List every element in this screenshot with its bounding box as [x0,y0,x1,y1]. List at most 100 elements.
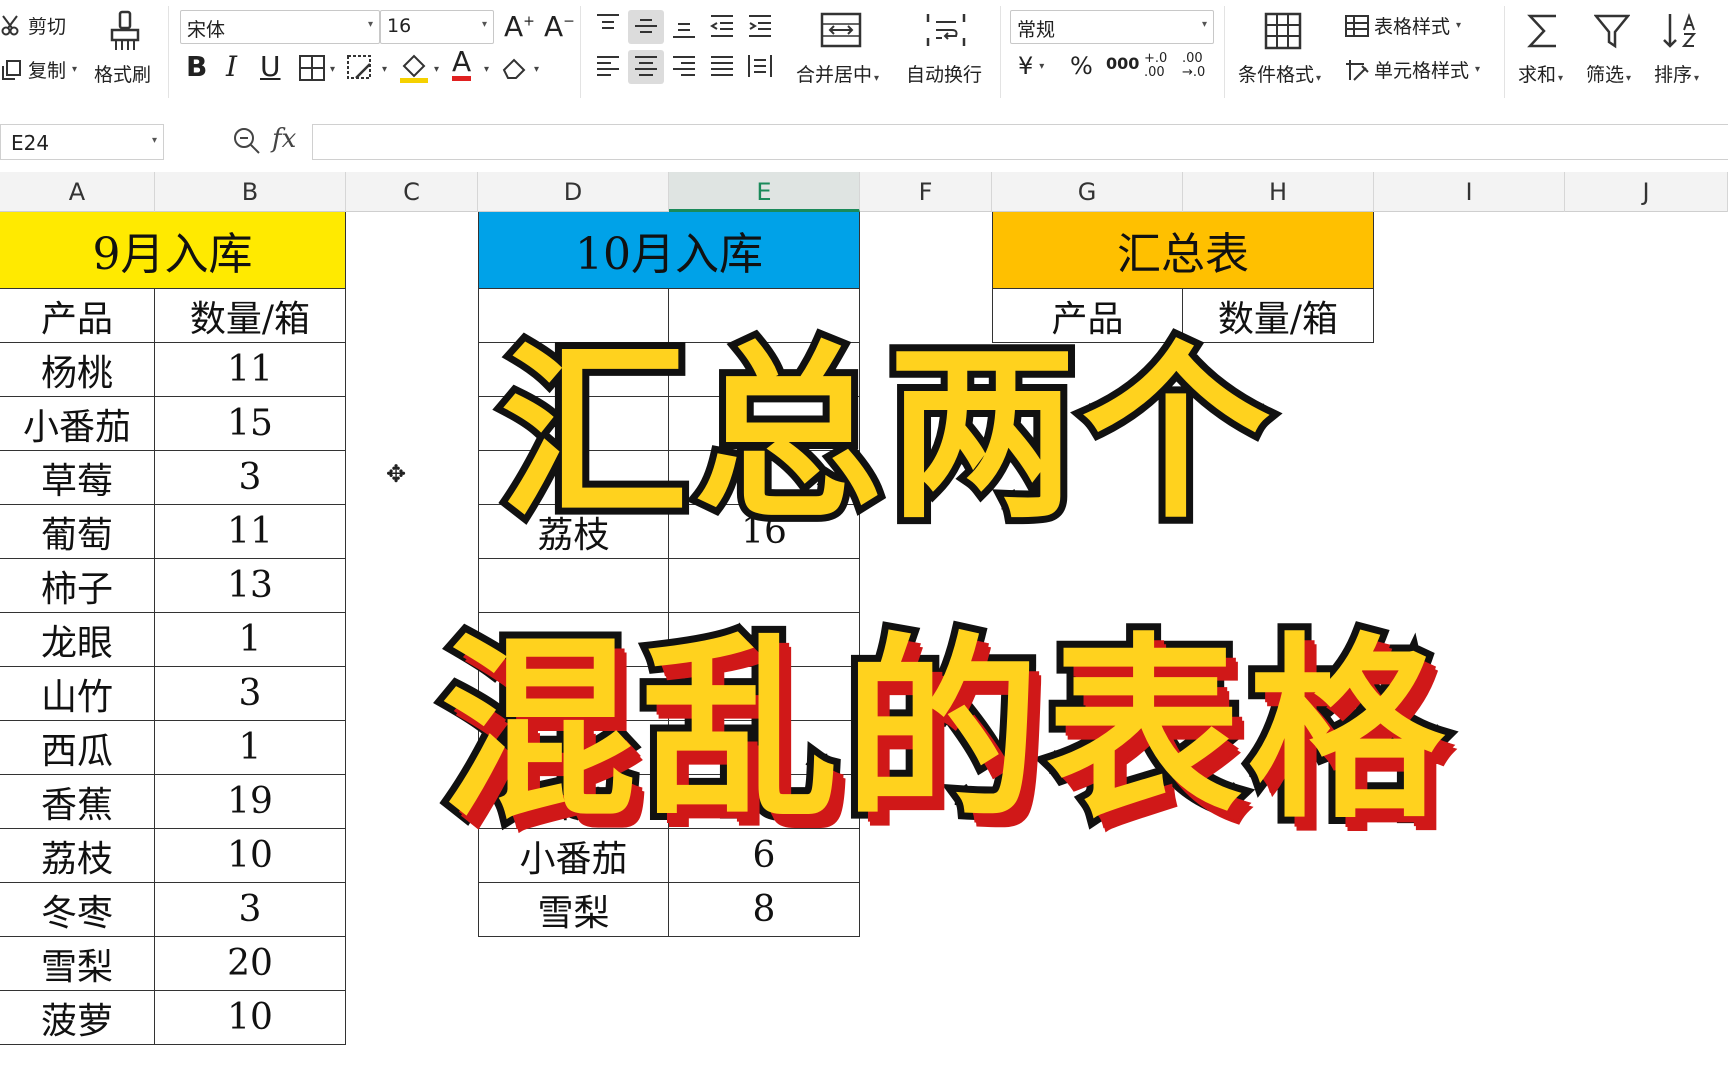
format-painter-icon[interactable] [108,10,142,52]
column-header-j[interactable]: J [1565,172,1728,212]
product-cell[interactable]: 荔枝 [0,829,155,883]
column-header-i[interactable]: I [1374,172,1565,212]
distributed-align-icon[interactable] [746,52,774,80]
clear-style-icon[interactable] [346,54,376,82]
column-header-a[interactable]: A [0,172,155,212]
justify-icon[interactable] [708,52,736,80]
number-format-select[interactable]: 常规 ▾ [1010,10,1214,44]
table-title-cell[interactable]: 10月入库 [478,212,860,289]
cell-style-label: 单元格样式 [1374,60,1470,82]
thousands-button[interactable]: 000 [1106,54,1139,73]
increase-font-button[interactable]: A+ [504,10,535,43]
cell-style-button[interactable]: 单元格样式 ▾ [1344,56,1480,83]
quantity-cell[interactable]: 1 [155,613,346,667]
product-cell[interactable]: 杨桃 [0,343,155,397]
wrap-text-button[interactable]: 自动换行 [906,60,982,87]
chevron-down-icon[interactable]: ▾ [434,64,439,75]
filter-button[interactable]: 筛选 ▾ [1586,60,1631,87]
chevron-down-icon[interactable]: ▾ [382,64,387,75]
quantity-cell[interactable]: 8 [669,883,860,937]
chevron-down-icon[interactable]: ▾ [72,64,77,75]
italic-button[interactable]: I [226,50,237,83]
quantity-cell[interactable]: 10 [155,991,346,1045]
quantity-cell[interactable]: 3 [155,667,346,721]
chevron-down-icon: ▾ [1316,73,1322,84]
sort-button[interactable]: 排序 ▾ [1654,60,1699,87]
chevron-down-icon: ▾ [1456,20,1462,31]
column-header-h[interactable]: H [1183,172,1374,212]
decrease-decimal-button[interactable]: .00 →.0 [1182,52,1212,80]
column-header-d[interactable]: D [478,172,669,212]
product-cell[interactable]: 冬枣 [0,883,155,937]
column-label-cell[interactable]: 数量/箱 [155,289,346,343]
increase-indent-icon[interactable] [746,12,774,40]
table-style-button[interactable]: 表格样式 ▾ [1344,12,1461,39]
name-box[interactable]: E24 ▾ [0,124,164,160]
align-bottom-icon[interactable] [670,12,698,40]
percent-button[interactable]: % [1070,52,1093,80]
cut-button[interactable]: 剪切 [0,12,66,39]
align-left-icon[interactable] [594,52,622,80]
increase-decimal-button[interactable]: +.0 .00 [1144,52,1174,80]
align-center-icon[interactable] [632,52,660,80]
font-color-button[interactable]: A [452,48,472,81]
product-cell[interactable]: 龙眼 [0,613,155,667]
decrease-font-button[interactable]: A− [544,10,575,43]
align-right-icon[interactable] [670,52,698,80]
column-header-f[interactable]: F [860,172,992,212]
chevron-down-icon[interactable]: ▾ [330,64,335,75]
chevron-down-icon[interactable]: ▾ [484,64,489,75]
currency-button[interactable]: ¥ ▾ [1018,52,1044,80]
chevron-down-icon: ▾ [481,19,487,30]
sum-button[interactable]: 求和 ▾ [1518,60,1563,87]
table-title-cell[interactable]: 汇总表 [992,212,1374,289]
quantity-cell[interactable]: 1 [155,721,346,775]
quantity-cell[interactable]: 3 [155,451,346,505]
border-icon[interactable] [298,54,326,82]
font-size-select[interactable]: 16 ▾ [380,10,494,44]
table-title-cell[interactable]: 9月入库 [0,212,346,289]
product-cell[interactable]: 草莓 [0,451,155,505]
zoom-icon[interactable] [232,126,262,156]
column-header-e[interactable]: E [669,172,860,212]
product-cell[interactable]: 菠萝 [0,991,155,1045]
product-cell[interactable]: 西瓜 [0,721,155,775]
fill-color-icon[interactable] [398,52,430,84]
formula-input[interactable] [312,124,1728,160]
quantity-cell[interactable]: 15 [155,397,346,451]
product-cell[interactable]: 山竹 [0,667,155,721]
decrease-indent-icon[interactable] [708,12,736,40]
align-middle-icon[interactable] [632,12,660,40]
fx-button[interactable]: fx [272,124,296,154]
column-header-c[interactable]: C [346,172,478,212]
bold-button[interactable]: B [186,50,207,83]
column-label-cell[interactable]: 产品 [0,289,155,343]
align-top-icon[interactable] [594,12,622,40]
product-cell[interactable]: 雪梨 [478,883,669,937]
conditional-format-button[interactable]: 条件格式 ▾ [1238,60,1321,87]
copy-icon [0,58,24,82]
underline-button[interactable]: U [260,50,281,83]
product-cell[interactable]: 雪梨 [0,937,155,991]
product-cell[interactable]: 柿子 [0,559,155,613]
column-header-b[interactable]: B [155,172,346,212]
product-cell[interactable]: 香蕉 [0,775,155,829]
quantity-cell[interactable]: 11 [155,505,346,559]
eraser-icon[interactable] [500,54,528,82]
merge-center-button[interactable]: 合并居中 ▾ [796,60,879,87]
format-painter-button[interactable]: 格式刷 [94,60,151,87]
product-cell[interactable]: 小番茄 [0,397,155,451]
column-header-g[interactable]: G [992,172,1183,212]
font-name-select[interactable]: 宋体 ▾ [180,10,380,44]
product-cell[interactable]: 葡萄 [0,505,155,559]
chevron-down-icon[interactable]: ▾ [152,135,157,146]
quantity-cell[interactable]: 13 [155,559,346,613]
chevron-down-icon: ▾ [874,73,880,84]
quantity-cell[interactable]: 20 [155,937,346,991]
chevron-down-icon[interactable]: ▾ [534,64,539,75]
quantity-cell[interactable]: 3 [155,883,346,937]
quantity-cell[interactable]: 11 [155,343,346,397]
quantity-cell[interactable]: 10 [155,829,346,883]
copy-button[interactable]: 复制 ▾ [0,56,77,83]
quantity-cell[interactable]: 19 [155,775,346,829]
